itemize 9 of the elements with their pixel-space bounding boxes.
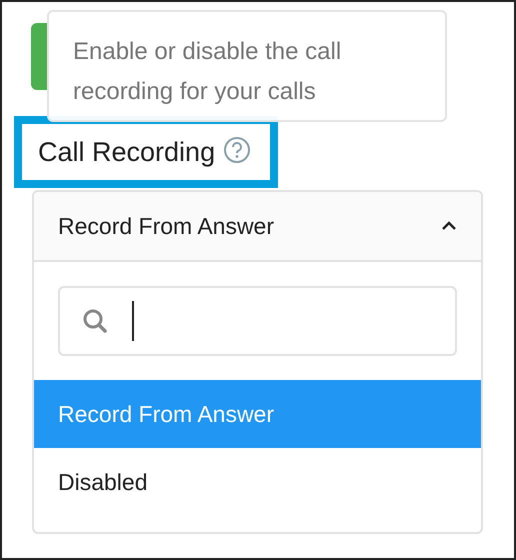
field-label: Call Recording <box>38 136 216 169</box>
dropdown-select[interactable]: Record From Answer <box>34 192 481 260</box>
search-field[interactable] <box>58 286 457 356</box>
help-icon[interactable] <box>223 136 252 164</box>
toggle-button[interactable] <box>31 23 47 90</box>
text-cursor <box>132 301 134 341</box>
caret-icon <box>441 221 457 231</box>
search-icon <box>82 308 108 334</box>
tooltip-text: Enable or disable the call recording for your calls <box>73 37 342 107</box>
